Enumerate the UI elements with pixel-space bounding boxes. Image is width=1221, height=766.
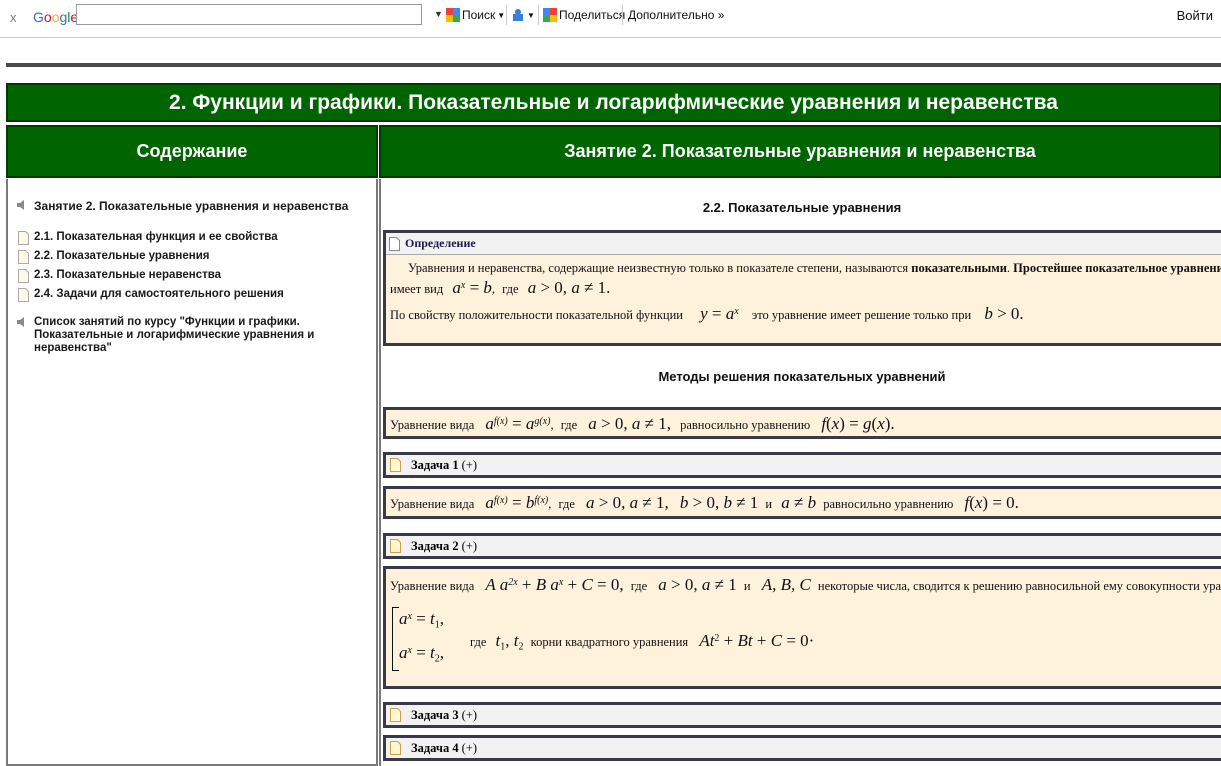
search-dropdown-icon[interactable]: ▼ [434,9,443,19]
definition-box: Определение Уравнения и неравенства, сод… [383,230,1221,346]
task-3-toggle[interactable]: Задача 3 (+) [383,702,1221,728]
main-content: 2.2. Показательные уравнения Определение… [379,179,1221,766]
sidebar-course-list-label: Список занятий по курсу "Функции и графи… [34,316,315,354]
speaker-icon [17,317,24,327]
sidebar-item-2-1[interactable]: 2.1. Показательная функция и ее свойства [18,231,278,245]
task-1-toggle[interactable]: Задача 1 (+) [383,452,1221,478]
google-logo: Google [33,9,79,25]
page-icon [390,458,401,472]
sidebar-item-2-4[interactable]: 2.4. Задачи для самостоятельного решения [18,288,284,302]
search-button-label: Поиск [462,8,496,22]
methods-title: Методы решения показательных уравнений [658,369,946,384]
more-button-label: Дополнительно » [628,8,725,22]
sidebar-item-label: 2.4. Задачи для самостоятельного решения [34,288,284,300]
sidebar-item-label: 2.1. Показательная функция и ее свойства [34,231,278,243]
task-2-toggle[interactable]: Задача 2 (+) [383,533,1221,559]
system-bracket: ax = t1, ax = t2, [392,607,452,671]
top-rule [6,63,1221,67]
search-button[interactable]: Поиск ▼ [446,6,505,24]
method-1-box: Уравнение вида af(x) = ag(x), где a > 0,… [383,407,1221,439]
sidebar-item-2-2[interactable]: 2.2. Показательные уравнения [18,250,209,264]
sidebar: Занятие 2. Показательные уравнения и нер… [6,179,378,766]
method-3-box: Уравнение вида A a2x + B ax + C = 0, где… [383,566,1221,689]
sidebar-lesson-link[interactable]: Занятие 2. Показательные уравнения и нер… [16,199,348,213]
page-icon [390,741,401,755]
puzzle-icon [513,9,523,21]
page-icon [18,288,29,302]
page-banner: 2. Функции и графики. Показательные и ло… [6,83,1221,122]
definition-header[interactable]: Определение [386,233,1221,255]
sidebar-item-label: 2.3. Показательные неравенства [34,269,222,281]
page-icon [18,250,29,264]
share-icon [543,8,557,22]
task-1-label: Задача 1 [411,457,459,472]
page-icon [18,269,29,283]
speaker-icon [17,200,24,210]
close-toolbar-button[interactable]: x [10,10,17,25]
definition-line-2: имеет вид ax = b, где a > 0, a ≠ 1. [390,278,611,297]
share-button[interactable]: Поделиться [543,6,625,24]
sidebar-item-label: 2.2. Показательные уравнения [34,250,210,262]
method-2-box: Уравнение вида af(x) = bf(x), где a > 0,… [383,486,1221,519]
browser-toolbar: x Google ▼ Поиск ▼ ▼ Поделиться Дополните… [0,0,1221,38]
task-4-label: Задача 4 [411,740,459,755]
task-2-label: Задача 2 [411,538,459,553]
share-button-label: Поделиться [559,8,626,22]
method-3-line-1: Уравнение вида A a2x + B ax + C = 0, где… [390,575,1221,594]
sidebar-course-list-link[interactable]: Список занятий по курсу "Функции и графи… [16,316,372,355]
section-title: 2.2. Показательные уравнения [702,200,902,215]
sidebar-lesson-label: Занятие 2. Показательные уравнения и нер… [34,199,349,213]
sidebar-item-2-3[interactable]: 2.3. Показательные неравенства [18,269,221,283]
definition-title: Определение [405,236,476,250]
definition-line-1: Уравнения и неравенства, содержащие неиз… [408,261,1221,275]
login-link[interactable]: Войти [1177,8,1213,23]
lesson-header: Занятие 2. Показательные уравнения и нер… [379,125,1221,178]
method-3-line-2: где t1, t2 корни квадратного уравнения A… [470,631,815,653]
bookmarks-button[interactable]: ▼ [511,6,535,24]
contents-header: Содержание [6,125,378,178]
page-icon [390,539,401,553]
page-icon [390,708,401,722]
task-3-label: Задача 3 [411,707,459,722]
more-button[interactable]: Дополнительно » [628,6,724,24]
google-search-icon [446,8,460,22]
page-icon [389,236,400,251]
page-icon [18,231,29,245]
task-4-toggle[interactable]: Задача 4 (+) [383,735,1221,761]
page-frame: 2. Функции и графики. Показательные и ло… [6,63,1221,766]
search-input[interactable] [76,4,422,25]
definition-line-3: По свойству положительности показательно… [390,304,1024,323]
